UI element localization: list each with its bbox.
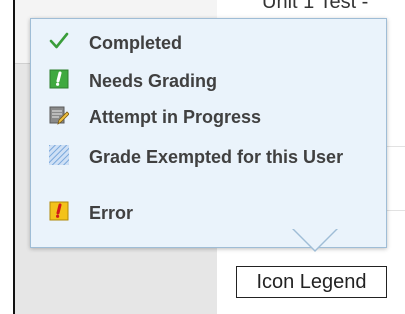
- legend-item-needs-grading: Needs Grading: [49, 69, 344, 93]
- exclamation-yellow-icon: [49, 201, 69, 221]
- legend-item-attempt-in-progress: Attempt in Progress: [49, 105, 344, 129]
- legend-label: Grade Exempted for this User: [89, 147, 344, 167]
- legend-item-completed: Completed: [49, 31, 344, 55]
- legend-item-grade-exempted: Grade Exempted for this User: [49, 145, 344, 169]
- hatched-square-icon: [49, 145, 69, 165]
- exclamation-green-icon: [49, 69, 69, 89]
- legend-label: Completed: [89, 33, 183, 53]
- page-background-left: [0, 0, 13, 314]
- legend-label: Needs Grading: [89, 71, 218, 91]
- legend-label: Error: [89, 203, 134, 223]
- popover-arrow-fill: [293, 228, 337, 250]
- pencil-document-icon: [49, 105, 69, 125]
- row-divider: [385, 146, 405, 147]
- icon-legend-popover: Completed Needs Grading Attempt in Progr…: [30, 18, 387, 248]
- row-divider: [385, 210, 405, 211]
- legend-item-error: Error: [49, 201, 344, 225]
- checkmark-icon: [49, 31, 69, 51]
- legend-label: Attempt in Progress: [89, 107, 262, 127]
- page-heading: Unit 1 Test -: [262, 0, 369, 13]
- icon-legend-button[interactable]: Icon Legend: [236, 266, 387, 298]
